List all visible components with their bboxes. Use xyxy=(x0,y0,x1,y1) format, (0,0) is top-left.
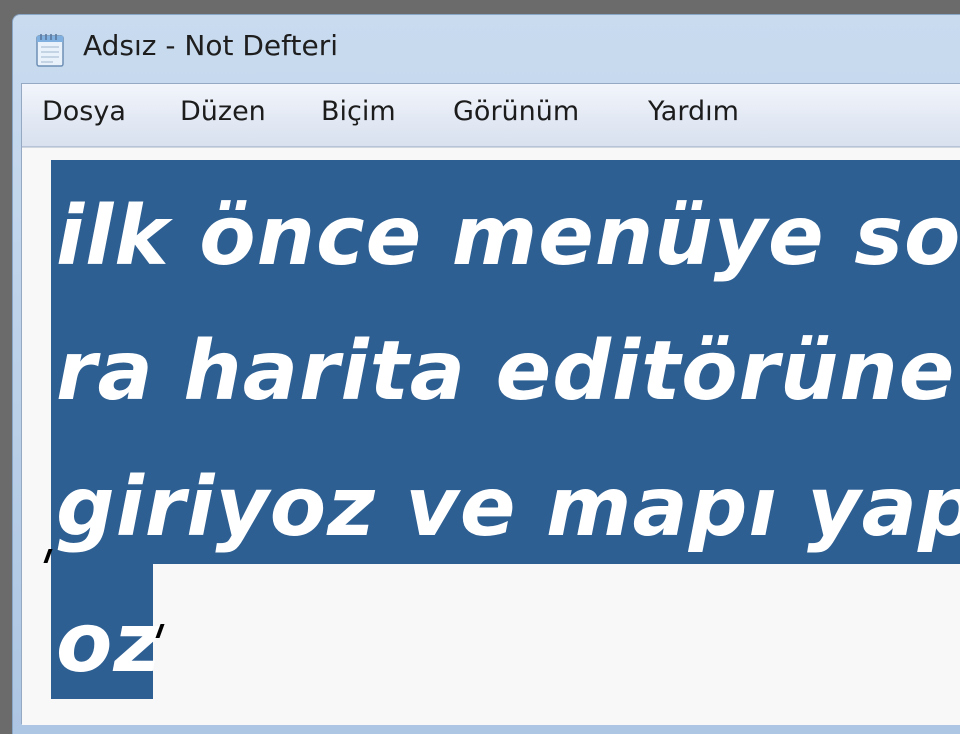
text-line-4: oz xyxy=(56,596,163,691)
text-line-3: giriyoz ve mapı yap xyxy=(56,460,960,555)
title-bar[interactable]: Adsız - Not Defteri xyxy=(13,15,960,83)
menu-file[interactable]: Dosya xyxy=(42,96,126,127)
menu-edit[interactable]: Düzen xyxy=(180,96,266,127)
menu-help[interactable]: Yardım xyxy=(648,96,739,127)
text-editor[interactable]: ilk önce menüye son ra harita editörüne … xyxy=(22,147,960,725)
client-area: Dosya Düzen Biçim Görünüm Yardım ilk önc… xyxy=(21,83,960,725)
notepad-window: Adsız - Not Defteri Dosya Düzen Biçim Gö… xyxy=(12,14,960,734)
text-line-2: ra harita editörüne xyxy=(56,324,956,419)
menu-format[interactable]: Biçim xyxy=(321,96,396,127)
window-title: Adsız - Not Defteri xyxy=(83,29,339,62)
notepad-icon[interactable] xyxy=(31,31,69,69)
text-line-1: ilk önce menüye son xyxy=(56,189,960,284)
menu-view[interactable]: Görünüm xyxy=(453,96,579,127)
menu-bar: Dosya Düzen Biçim Görünüm Yardım xyxy=(22,84,960,147)
